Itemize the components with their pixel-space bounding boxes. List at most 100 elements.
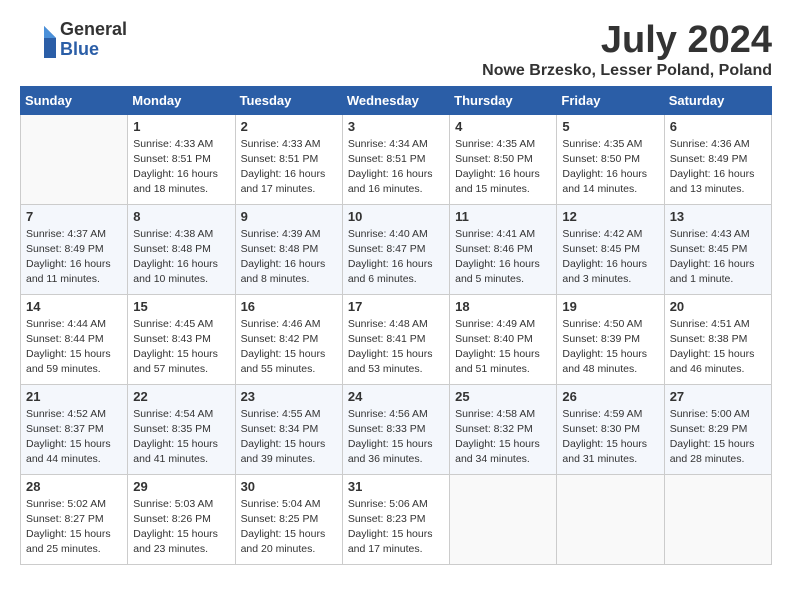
day-info: Sunrise: 5:06 AMSunset: 8:23 PMDaylight:… (348, 497, 444, 558)
day-number: 16 (241, 299, 337, 314)
day-number: 12 (562, 209, 658, 224)
day-number: 23 (241, 389, 337, 404)
day-number: 20 (670, 299, 766, 314)
day-number: 13 (670, 209, 766, 224)
day-cell: 19 Sunrise: 4:50 AMSunset: 8:39 PMDayligh… (557, 294, 664, 384)
day-number: 2 (241, 119, 337, 134)
day-info: Sunrise: 4:35 AMSunset: 8:50 PMDaylight:… (562, 137, 658, 198)
day-number: 19 (562, 299, 658, 314)
day-number: 10 (348, 209, 444, 224)
logo-text: General Blue (60, 20, 127, 60)
day-info: Sunrise: 4:40 AMSunset: 8:47 PMDaylight:… (348, 227, 444, 288)
day-number: 30 (241, 479, 337, 494)
week-row-3: 14Sunrise: 4:44 AMSunset: 8:44 PMDayligh… (21, 294, 772, 384)
day-cell: 13 Sunrise: 4:43 AMSunset: 8:45 PMDayligh… (664, 204, 771, 294)
day-number: 6 (670, 119, 766, 134)
month-title: July 2024 (482, 20, 772, 62)
day-cell: 29Sunrise: 5:03 AMSunset: 8:26 PMDayligh… (128, 474, 235, 564)
day-number: 28 (26, 479, 122, 494)
logo-general: General (60, 20, 127, 40)
day-info: Sunrise: 4:42 AMSunset: 8:45 PMDaylight:… (562, 227, 658, 288)
day-number: 25 (455, 389, 551, 404)
day-info: Sunrise: 4:58 AMSunset: 8:32 PMDaylight:… (455, 407, 551, 468)
day-number: 18 (455, 299, 551, 314)
day-info: Sunrise: 4:49 AMSunset: 8:40 PMDaylight:… (455, 317, 551, 378)
day-info: Sunrise: 4:43 AMSunset: 8:45 PMDaylight:… (670, 227, 766, 288)
day-cell: 26Sunrise: 4:59 AMSunset: 8:30 PMDayligh… (557, 384, 664, 474)
day-info: Sunrise: 4:51 AMSunset: 8:38 PMDaylight:… (670, 317, 766, 378)
logo-blue: Blue (60, 40, 127, 60)
day-info: Sunrise: 5:03 AMSunset: 8:26 PMDaylight:… (133, 497, 229, 558)
title-block: July 2024 Nowe Brzesko, Lesser Poland, P… (482, 20, 772, 80)
day-info: Sunrise: 5:02 AMSunset: 8:27 PMDaylight:… (26, 497, 122, 558)
col-header-sunday: Sunday (21, 86, 128, 114)
header-row: SundayMondayTuesdayWednesdayThursdayFrid… (21, 86, 772, 114)
day-cell: 12 Sunrise: 4:42 AMSunset: 8:45 PMDayligh… (557, 204, 664, 294)
day-number: 22 (133, 389, 229, 404)
day-number: 11 (455, 209, 551, 224)
day-info: Sunrise: 4:38 AMSunset: 8:48 PMDaylight:… (133, 227, 229, 288)
day-cell: 4Sunrise: 4:35 AMSunset: 8:50 PMDaylight… (450, 114, 557, 204)
day-info: Sunrise: 4:50 AMSunset: 8:39 PMDaylight:… (562, 317, 658, 378)
calendar-table: SundayMondayTuesdayWednesdayThursdayFrid… (20, 86, 772, 565)
logo: General Blue (20, 20, 127, 60)
day-info: Sunrise: 4:34 AMSunset: 8:51 PMDaylight:… (348, 137, 444, 198)
location-title: Nowe Brzesko, Lesser Poland, Poland (482, 62, 772, 80)
day-number: 15 (133, 299, 229, 314)
day-cell: 18 Sunrise: 4:49 AMSunset: 8:40 PMDayligh… (450, 294, 557, 384)
day-number: 14 (26, 299, 122, 314)
day-cell: 11 Sunrise: 4:41 AMSunset: 8:46 PMDayligh… (450, 204, 557, 294)
day-cell: 7Sunrise: 4:37 AMSunset: 8:49 PMDaylight… (21, 204, 128, 294)
week-row-4: 21Sunrise: 4:52 AMSunset: 8:37 PMDayligh… (21, 384, 772, 474)
day-info: Sunrise: 4:33 AMSunset: 8:51 PMDaylight:… (241, 137, 337, 198)
day-number: 9 (241, 209, 337, 224)
day-cell: 14Sunrise: 4:44 AMSunset: 8:44 PMDayligh… (21, 294, 128, 384)
day-info: Sunrise: 4:54 AMSunset: 8:35 PMDaylight:… (133, 407, 229, 468)
day-cell: 28 Sunrise: 5:02 AMSunset: 8:27 PMDayligh… (21, 474, 128, 564)
col-header-wednesday: Wednesday (342, 86, 449, 114)
col-header-saturday: Saturday (664, 86, 771, 114)
page-header: General Blue July 2024 Nowe Brzesko, Les… (20, 20, 772, 80)
day-cell: 3 Sunrise: 4:34 AMSunset: 8:51 PMDaylight… (342, 114, 449, 204)
day-number: 26 (562, 389, 658, 404)
day-number: 21 (26, 389, 122, 404)
day-number: 7 (26, 209, 122, 224)
day-number: 31 (348, 479, 444, 494)
day-info: Sunrise: 5:04 AMSunset: 8:25 PMDaylight:… (241, 497, 337, 558)
day-cell: 10 Sunrise: 4:40 AMSunset: 8:47 PMDayligh… (342, 204, 449, 294)
day-cell: 2 Sunrise: 4:33 AMSunset: 8:51 PMDaylight… (235, 114, 342, 204)
day-cell (450, 474, 557, 564)
day-number: 27 (670, 389, 766, 404)
day-cell: 25 Sunrise: 4:58 AMSunset: 8:32 PMDayligh… (450, 384, 557, 474)
day-number: 17 (348, 299, 444, 314)
week-row-5: 28 Sunrise: 5:02 AMSunset: 8:27 PMDayligh… (21, 474, 772, 564)
day-number: 5 (562, 119, 658, 134)
day-cell (21, 114, 128, 204)
day-info: Sunrise: 4:56 AMSunset: 8:33 PMDaylight:… (348, 407, 444, 468)
week-row-1: 1Sunrise: 4:33 AMSunset: 8:51 PMDaylight… (21, 114, 772, 204)
day-cell: 27 Sunrise: 5:00 AMSunset: 8:29 PMDayligh… (664, 384, 771, 474)
week-row-2: 7Sunrise: 4:37 AMSunset: 8:49 PMDaylight… (21, 204, 772, 294)
day-cell: 21Sunrise: 4:52 AMSunset: 8:37 PMDayligh… (21, 384, 128, 474)
day-cell: 15 Sunrise: 4:45 AMSunset: 8:43 PMDayligh… (128, 294, 235, 384)
day-cell: 8Sunrise: 4:38 AMSunset: 8:48 PMDaylight… (128, 204, 235, 294)
day-cell: 31 Sunrise: 5:06 AMSunset: 8:23 PMDayligh… (342, 474, 449, 564)
day-info: Sunrise: 4:33 AMSunset: 8:51 PMDaylight:… (133, 137, 229, 198)
day-info: Sunrise: 4:36 AMSunset: 8:49 PMDaylight:… (670, 137, 766, 198)
day-cell: 16Sunrise: 4:46 AMSunset: 8:42 PMDayligh… (235, 294, 342, 384)
day-cell (557, 474, 664, 564)
col-header-friday: Friday (557, 86, 664, 114)
day-info: Sunrise: 4:55 AMSunset: 8:34 PMDaylight:… (241, 407, 337, 468)
day-cell: 30 Sunrise: 5:04 AMSunset: 8:25 PMDayligh… (235, 474, 342, 564)
day-cell: 20 Sunrise: 4:51 AMSunset: 8:38 PMDayligh… (664, 294, 771, 384)
day-info: Sunrise: 5:00 AMSunset: 8:29 PMDaylight:… (670, 407, 766, 468)
day-number: 3 (348, 119, 444, 134)
col-header-monday: Monday (128, 86, 235, 114)
day-cell: 23 Sunrise: 4:55 AMSunset: 8:34 PMDayligh… (235, 384, 342, 474)
day-info: Sunrise: 4:41 AMSunset: 8:46 PMDaylight:… (455, 227, 551, 288)
day-info: Sunrise: 4:45 AMSunset: 8:43 PMDaylight:… (133, 317, 229, 378)
logo-icon (20, 22, 56, 58)
day-cell: 22 Sunrise: 4:54 AMSunset: 8:35 PMDayligh… (128, 384, 235, 474)
day-number: 24 (348, 389, 444, 404)
day-cell: 24 Sunrise: 4:56 AMSunset: 8:33 PMDayligh… (342, 384, 449, 474)
